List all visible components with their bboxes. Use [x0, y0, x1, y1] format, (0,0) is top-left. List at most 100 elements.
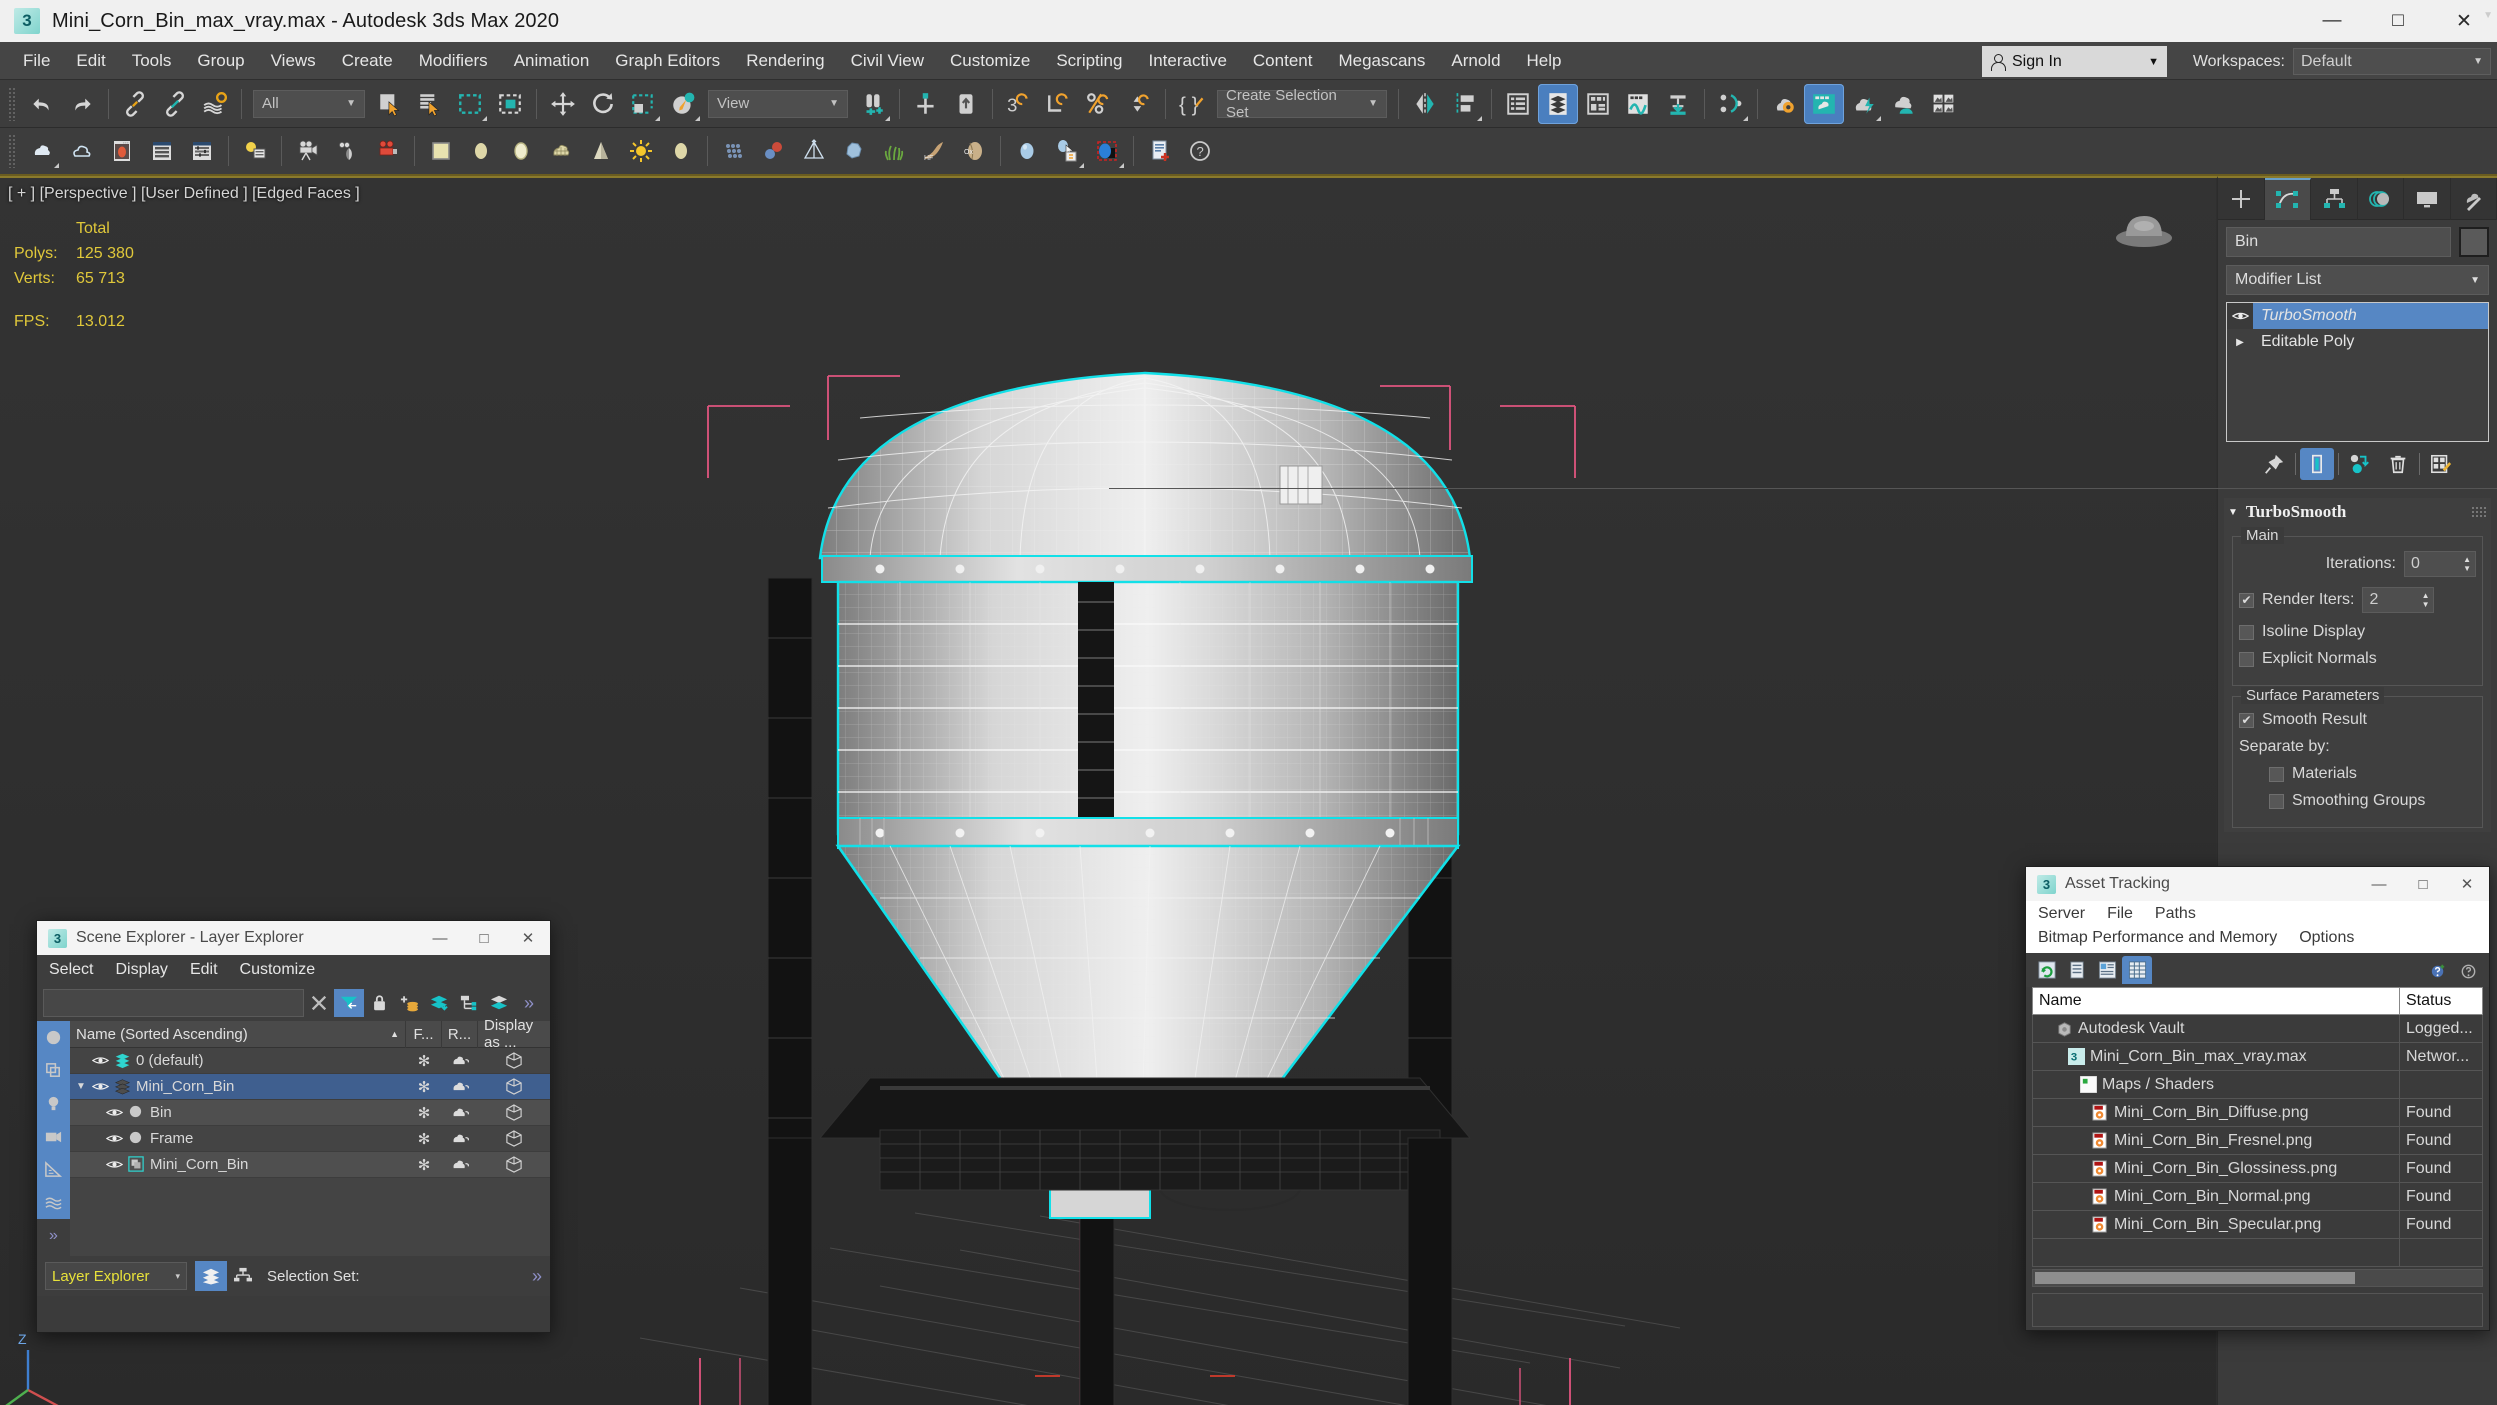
- filter-geometry-icon[interactable]: [37, 1021, 70, 1054]
- select-by-name-icon[interactable]: [410, 84, 450, 124]
- refresh-icon[interactable]: [2032, 956, 2062, 984]
- materials-row[interactable]: Materials: [2239, 765, 2476, 783]
- render-setup-icon[interactable]: [1804, 83, 1844, 124]
- menu-arnold[interactable]: Arnold: [1438, 47, 1513, 75]
- teapot-icon[interactable]: [22, 131, 62, 171]
- column-freeze[interactable]: F...: [406, 1020, 442, 1048]
- camera-icon[interactable]: [288, 131, 328, 171]
- menu-file[interactable]: File: [2107, 905, 2155, 923]
- nest-layer-icon[interactable]: [454, 989, 484, 1017]
- table-row[interactable]: Mini_Corn_Bin ✻: [70, 1152, 550, 1178]
- table-row[interactable]: Mini_Corn_Bin_Diffuse.png Found: [2032, 1099, 2483, 1127]
- layer-explorer-icon[interactable]: [1538, 83, 1578, 124]
- toolbar-grip[interactable]: [8, 86, 17, 121]
- close-button[interactable]: ✕: [2445, 867, 2489, 901]
- blue-black-sphere-icon[interactable]: [1087, 131, 1127, 171]
- display-as-box-icon[interactable]: [478, 1130, 550, 1147]
- freeze-icon[interactable]: ✻: [406, 1052, 442, 1070]
- explicit-normals-checkbox[interactable]: [2239, 651, 2254, 667]
- show-end-result-icon[interactable]: [2300, 448, 2334, 480]
- detail-view-icon[interactable]: [2092, 956, 2122, 984]
- panel-sliders-icon[interactable]: [182, 131, 222, 171]
- egg2-icon[interactable]: [661, 131, 701, 171]
- help-plus-icon[interactable]: [2423, 956, 2453, 984]
- filter-icon[interactable]: [334, 989, 364, 1017]
- cone-icon[interactable]: [581, 131, 621, 171]
- plane-icon[interactable]: [421, 131, 461, 171]
- isoline-display-checkbox[interactable]: [2239, 624, 2254, 640]
- utilities-tab[interactable]: ▼: [2451, 10, 2497, 220]
- close-button[interactable]: ✕: [2431, 0, 2497, 42]
- table-row[interactable]: 3 Mini_Corn_Bin_max_vray.max Networ...: [2032, 1043, 2483, 1071]
- pattern-icon[interactable]: [714, 131, 754, 171]
- freeze-icon[interactable]: ✻: [406, 1130, 442, 1148]
- edit-named-selection-sets-icon[interactable]: { }: [1172, 84, 1212, 124]
- filter-shapes-icon[interactable]: [37, 1054, 70, 1087]
- table-row[interactable]: Bin ✻: [70, 1100, 550, 1126]
- angle-snap-toggle-icon[interactable]: [1039, 84, 1079, 124]
- eye-icon[interactable]: [106, 1133, 123, 1144]
- maximize-button[interactable]: □: [462, 921, 506, 955]
- menu-interactive[interactable]: Interactive: [1135, 47, 1239, 75]
- menu-edit[interactable]: Edit: [63, 47, 118, 75]
- shadow-icon[interactable]: [328, 131, 368, 171]
- pyramid-icon[interactable]: [794, 131, 834, 171]
- menu-scripting[interactable]: Scripting: [1043, 47, 1135, 75]
- menu-tools[interactable]: Tools: [119, 47, 185, 75]
- object-name-field[interactable]: Bin: [2226, 227, 2451, 257]
- panel-icon[interactable]: [142, 131, 182, 171]
- minimize-button[interactable]: —: [418, 921, 462, 955]
- menu-options[interactable]: Options: [2299, 929, 2354, 947]
- select-and-place-icon[interactable]: [663, 84, 703, 124]
- minimize-button[interactable]: —: [2357, 867, 2401, 901]
- atom-icon[interactable]: [754, 131, 794, 171]
- table-row[interactable]: Mini_Corn_Bin_Fresnel.png Found: [2032, 1127, 2483, 1155]
- make-unique-icon[interactable]: [2343, 448, 2377, 480]
- menu-rendering[interactable]: Rendering: [733, 47, 837, 75]
- menu-modifiers[interactable]: Modifiers: [406, 47, 501, 75]
- oval-icon[interactable]: [501, 131, 541, 171]
- selection-filter-combo[interactable]: All ▼: [253, 89, 365, 118]
- smoothing-groups-row[interactable]: Smoothing Groups: [2239, 792, 2476, 810]
- rectangular-selection-region-icon[interactable]: [450, 84, 490, 124]
- use-selection-center-icon[interactable]: [906, 84, 946, 124]
- maximize-button[interactable]: □: [2401, 867, 2445, 901]
- select-and-rotate-icon[interactable]: [583, 84, 623, 124]
- column-display-as[interactable]: Display as ...: [478, 1017, 550, 1051]
- panel-resize-handle[interactable]: [2218, 482, 2497, 494]
- eye-icon[interactable]: [106, 1107, 123, 1118]
- display-as-box-icon[interactable]: [478, 1078, 550, 1095]
- display-as-box-icon[interactable]: [478, 1052, 550, 1069]
- modifier-stack[interactable]: TurboSmooth ▶ Editable Poly: [2226, 302, 2489, 442]
- freeze-icon[interactable]: ✻: [406, 1078, 442, 1096]
- curve-editor-icon[interactable]: [1618, 84, 1658, 124]
- column-name[interactable]: Name (Sorted Ascending): [76, 1026, 248, 1043]
- freeze-icon[interactable]: ✻: [406, 1104, 442, 1122]
- filter-spacewarps-icon[interactable]: [37, 1186, 70, 1219]
- clear-search-icon[interactable]: [304, 989, 334, 1017]
- menu-animation[interactable]: Animation: [501, 47, 603, 75]
- modifier-stack-item-editable-poly[interactable]: ▶ Editable Poly: [2227, 329, 2488, 355]
- filter-helpers-icon[interactable]: [37, 1153, 70, 1186]
- spinner-arrows-icon[interactable]: ▲ ▼: [2422, 591, 2430, 609]
- bind-to-space-warp-icon[interactable]: [195, 84, 235, 124]
- redo-icon[interactable]: [62, 84, 102, 124]
- modifier-list-combo[interactable]: Modifier List ▼: [2226, 265, 2489, 295]
- select-and-move-icon[interactable]: [543, 84, 583, 124]
- select-and-link-icon[interactable]: [115, 84, 155, 124]
- isoline-display-row[interactable]: Isoline Display: [2239, 623, 2476, 641]
- explicit-normals-row[interactable]: Explicit Normals: [2239, 650, 2476, 668]
- filter-cameras-icon[interactable]: [37, 1120, 70, 1153]
- minimize-button[interactable]: —: [2299, 0, 2365, 42]
- search-input[interactable]: [43, 989, 304, 1017]
- align-icon[interactable]: [1445, 84, 1485, 124]
- undo-icon[interactable]: [22, 84, 62, 124]
- help-icon[interactable]: ?: [1180, 131, 1220, 171]
- add-layer-icon[interactable]: [394, 989, 424, 1017]
- table-row[interactable]: Mini_Corn_Bin_Glossiness.png Found: [2032, 1155, 2483, 1183]
- use-pivot-point-center-icon[interactable]: [853, 84, 893, 124]
- grid-view-icon[interactable]: [2122, 956, 2152, 984]
- display-as-box-icon[interactable]: [478, 1104, 550, 1121]
- workspaces-select[interactable]: Default ▼: [2293, 48, 2491, 75]
- materials-checkbox[interactable]: [2269, 766, 2284, 782]
